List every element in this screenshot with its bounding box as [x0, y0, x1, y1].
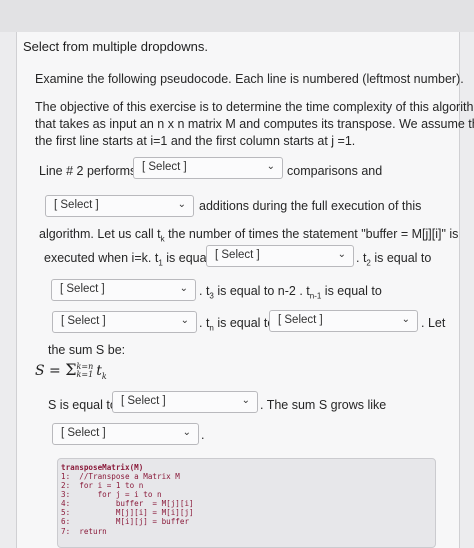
s-dropdown[interactable]: [ Select ] ⌄	[112, 391, 258, 413]
dropdown-label: [ Select ]	[121, 395, 166, 407]
tn1-dropdown[interactable]: [ Select ] ⌄	[52, 311, 197, 333]
intro-line-1: Examine the following pseudocode. Each l…	[35, 72, 464, 86]
t2-text: . t2 is equal to	[356, 251, 432, 268]
dropdown-label: [ Select ]	[278, 314, 323, 326]
let-text: . Let	[421, 316, 446, 330]
code-line-1: 1: //Transpose a Matrix M	[61, 472, 180, 481]
top-strip	[0, 0, 474, 32]
question-header: Select from multiple dropdowns.	[23, 39, 208, 54]
comparisons-dropdown[interactable]: [ Select ] ⌄	[133, 157, 283, 179]
t1-dropdown[interactable]: [ Select ] ⌄	[206, 245, 354, 267]
code-line-5: 5: M[j][i] = M[i][j]	[61, 508, 194, 517]
t3-tn1-text: . t3 is equal to n-2 . tn-1 is equal to	[199, 284, 382, 301]
dropdown-label: [ Select ]	[215, 249, 260, 261]
chevron-down-icon: ⌄	[180, 315, 189, 326]
additions-dropdown[interactable]: [ Select ] ⌄	[45, 195, 194, 217]
chevron-down-icon: ⌄	[241, 395, 250, 406]
intro-line-4: the first line starts at i=1 and the fir…	[35, 134, 356, 148]
chevron-down-icon: ⌄	[337, 249, 346, 260]
pseudocode-box: transposeMatrix(M) 1: //Transpose a Matr…	[57, 458, 436, 548]
intro-line-2: The objective of this exercise is to det…	[35, 100, 474, 114]
sum-formula: S = Σk=n k=1 tk	[35, 360, 107, 381]
additions-text: additions during the full execution of t…	[199, 199, 422, 213]
chevron-down-icon: ⌄	[401, 314, 410, 325]
comparisons-and-text: comparisons and	[287, 164, 383, 178]
code-line-4: 4: buffer = M[j][i]	[61, 499, 194, 508]
chevron-down-icon: ⌄	[179, 283, 188, 294]
chevron-down-icon: ⌄	[266, 161, 275, 172]
code-line-6: 6: M[i][j] = buffer	[61, 517, 190, 526]
s-equal-text: S is equal to	[48, 398, 117, 412]
code-line-7: 7: return	[61, 527, 107, 536]
dropdown-label: [ Select ]	[61, 315, 106, 327]
t2-dropdown[interactable]: [ Select ] ⌄	[51, 279, 196, 301]
chevron-down-icon: ⌄	[182, 427, 191, 438]
tn-text: . tn is equal to	[199, 316, 275, 333]
tn-dropdown[interactable]: [ Select ] ⌄	[269, 310, 418, 332]
growth-dropdown[interactable]: [ Select ] ⌄	[52, 423, 199, 445]
code-line-0: transposeMatrix(M)	[61, 463, 144, 472]
dropdown-label: [ Select ]	[142, 161, 187, 173]
intro-line-3: that takes as input an n x n matrix M an…	[35, 117, 474, 131]
code-line-3: 3: for j = i to n	[61, 490, 162, 499]
period-text: .	[201, 428, 205, 442]
executed-text: executed when i=k. t1 is equal to	[44, 251, 224, 268]
dropdown-label: [ Select ]	[54, 199, 99, 211]
chevron-down-icon: ⌄	[177, 199, 186, 210]
sum-be-text: the sum S be:	[48, 343, 126, 357]
line2-performs-text: Line # 2 performs	[39, 164, 137, 178]
grows-text: . The sum S grows like	[260, 398, 387, 412]
dropdown-label: [ Select ]	[61, 427, 106, 439]
dropdown-label: [ Select ]	[60, 283, 105, 295]
code-line-2: 2: for i = 1 to n	[61, 481, 144, 490]
